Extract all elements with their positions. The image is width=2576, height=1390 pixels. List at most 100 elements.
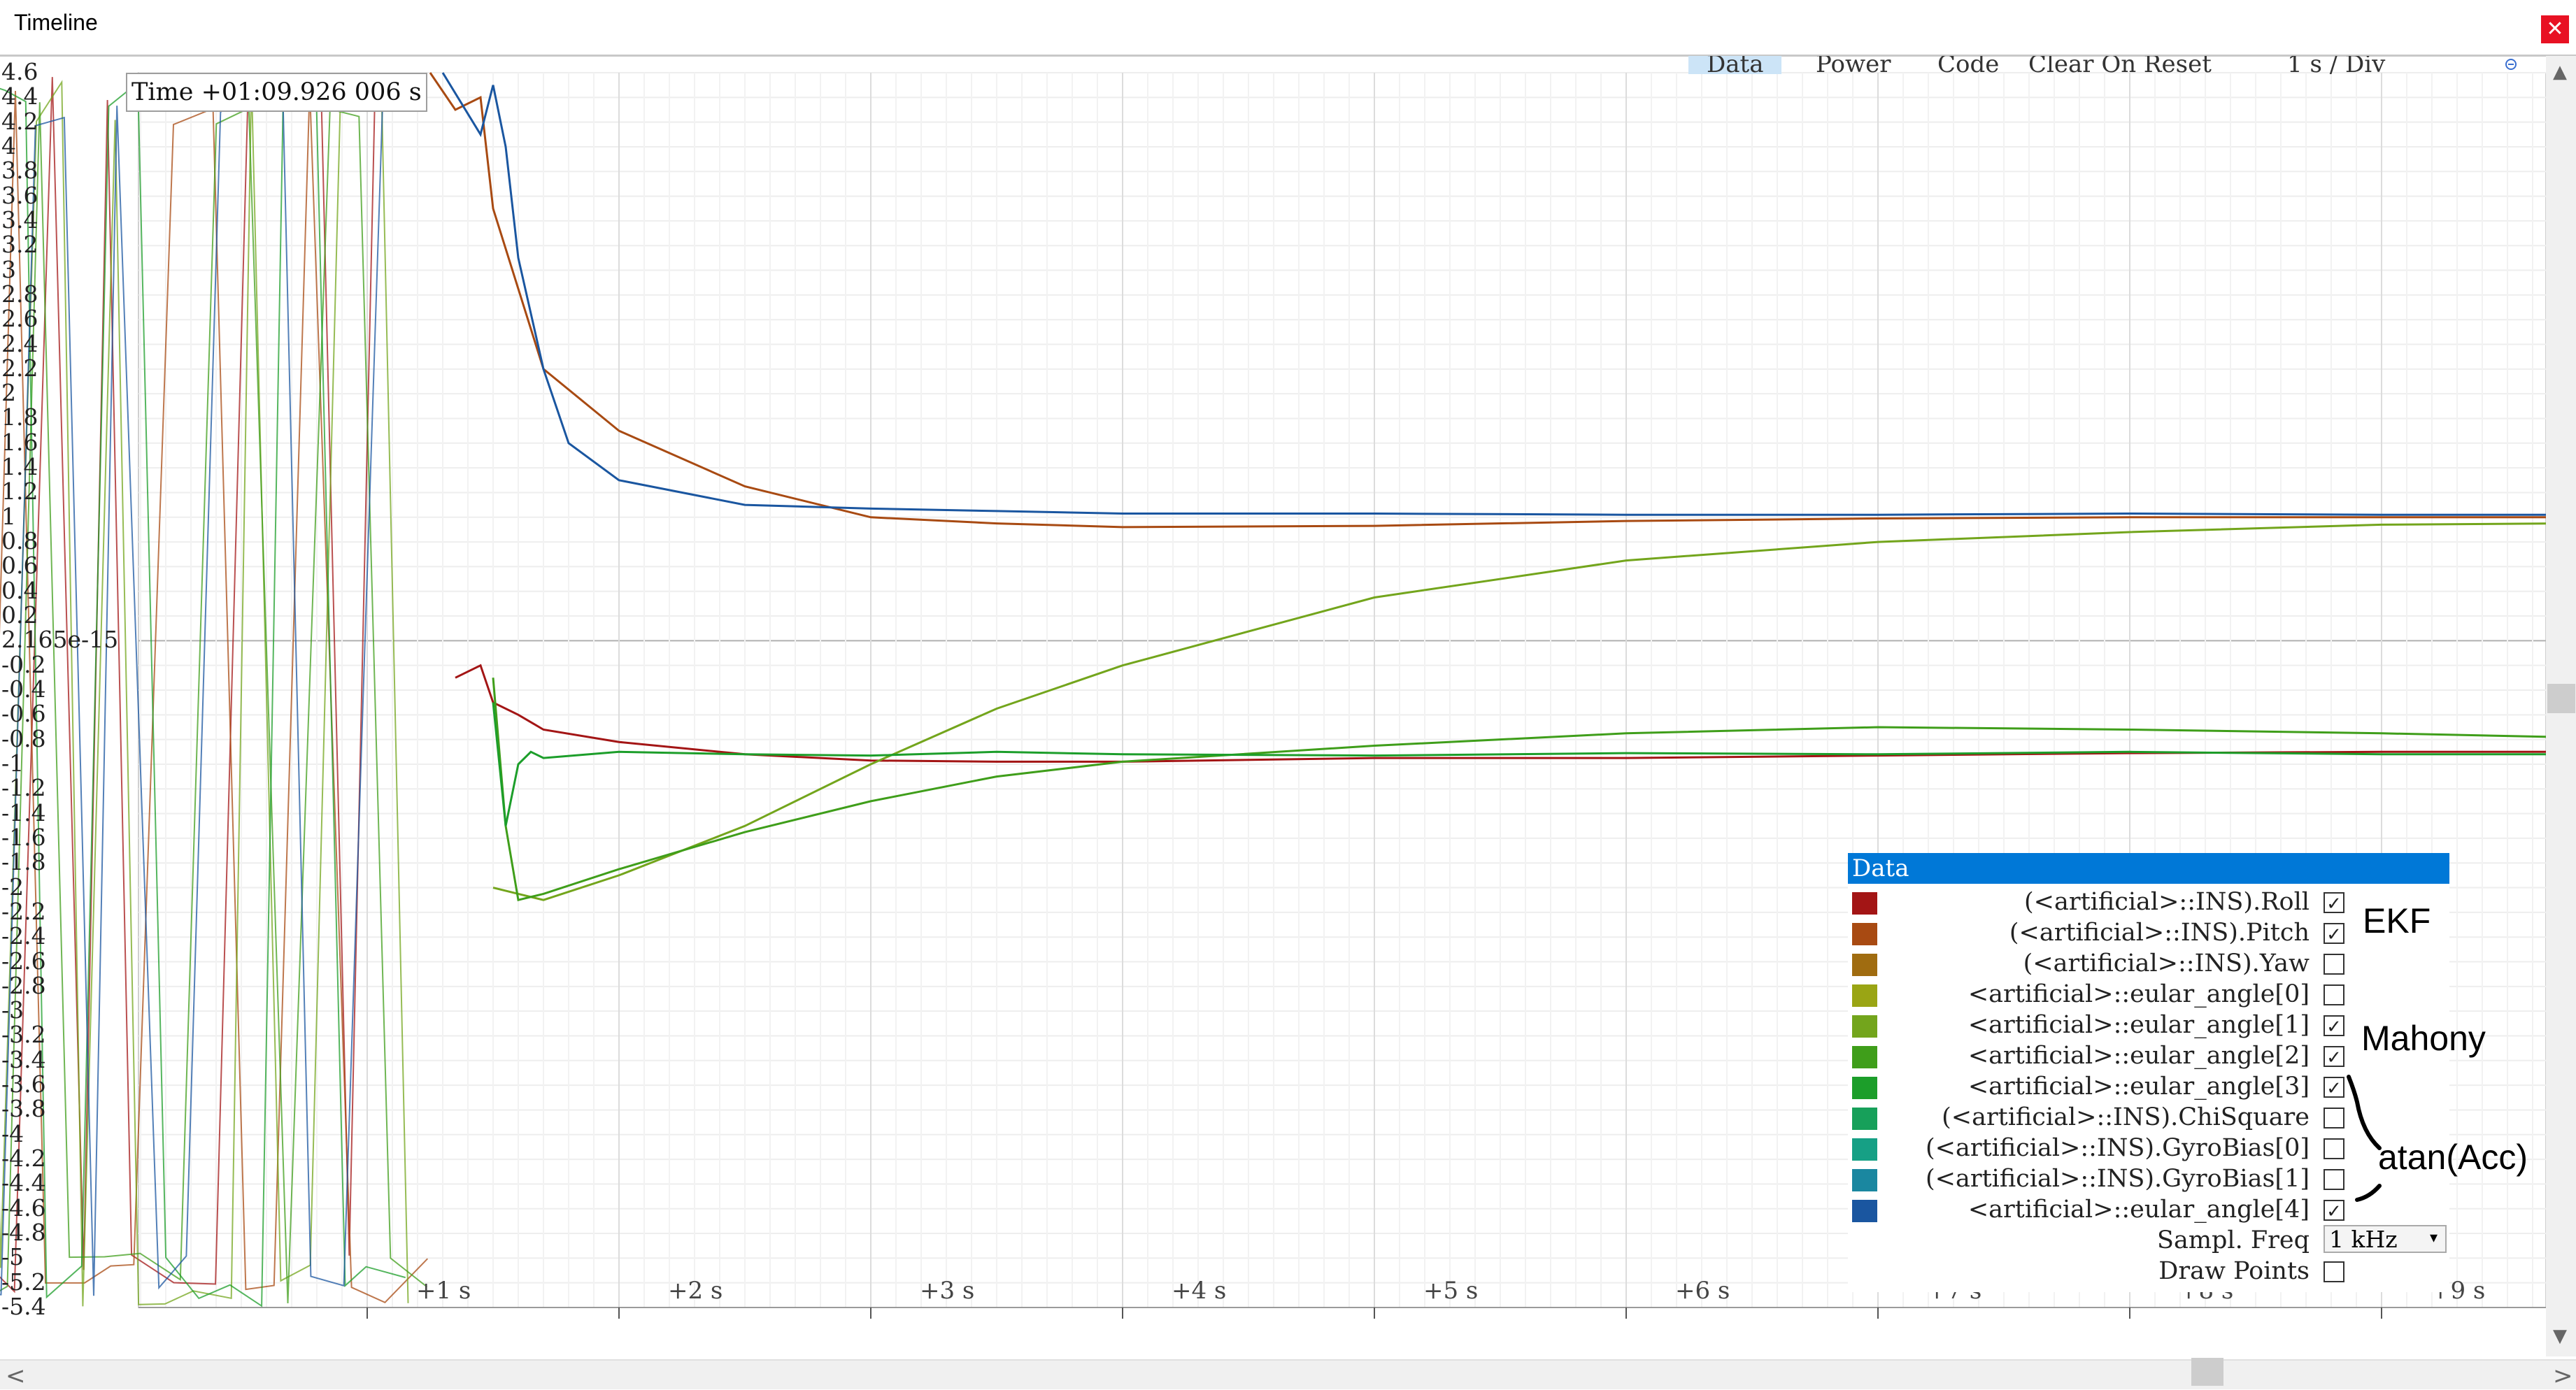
y-tick-label: 1.8 xyxy=(1,403,38,431)
chevron-down-icon: ▾ xyxy=(2430,1229,2438,1247)
legend-item: (<artificial>::INS).Roll ✓ xyxy=(1848,884,2449,916)
y-tick-label: 3.6 xyxy=(1,181,38,209)
y-tick-label: -3.8 xyxy=(1,1095,46,1123)
legend-color-swatch xyxy=(1852,1077,1877,1099)
legend-item-checkbox[interactable]: ✓ xyxy=(2324,1015,2344,1038)
y-tick-label: -2 xyxy=(1,873,24,901)
y-tick-label: -5.4 xyxy=(1,1293,46,1320)
legend-item-checkbox[interactable] xyxy=(2324,954,2344,975)
draw-points-row: Draw Points xyxy=(1848,1253,2449,1285)
scroll-right-icon[interactable]: > xyxy=(2553,1362,2573,1390)
y-tick-label: 3.4 xyxy=(1,206,38,234)
y-tick-label: 4.2 xyxy=(1,107,38,135)
x-tick-label: +2 s xyxy=(668,1277,723,1305)
vertical-scroll-thumb[interactable] xyxy=(2547,684,2575,713)
y-tick-label: 0.2 xyxy=(1,601,38,629)
y-tick-label: -0.6 xyxy=(1,700,46,728)
annotation-ekf: EKF xyxy=(2363,901,2431,940)
legend-item-checkbox[interactable] xyxy=(2324,984,2344,1005)
legend-item-label: <artificial>::eular_angle[2] xyxy=(1967,1042,2310,1070)
legend-item: (<artificial>::INS).Pitch ✓ xyxy=(1848,915,2449,947)
legend-color-swatch xyxy=(1852,1138,1877,1161)
y-tick-label: 2.4 xyxy=(1,329,38,357)
horizontal-scroll-thumb[interactable] xyxy=(2191,1358,2223,1386)
horizontal-scrollbar[interactable]: < > xyxy=(0,1359,2576,1390)
y-tick-label: -0.8 xyxy=(1,724,46,752)
y-tick-label: 2.2 xyxy=(1,354,38,382)
x-tick-label: +5 s xyxy=(1423,1277,1479,1305)
time-cursor-readout: Time +01:09.926 006 s xyxy=(126,73,427,112)
tab-power[interactable]: Power xyxy=(1816,56,1891,74)
y-tick-label: 0.8 xyxy=(1,527,38,555)
legend-color-swatch xyxy=(1852,984,1877,1007)
legend-header: Data xyxy=(1848,853,2449,884)
y-tick-label: 4 xyxy=(1,131,16,159)
x-tick-label: +4 s xyxy=(1172,1277,1227,1305)
tab-data[interactable]: Data xyxy=(1688,56,1782,74)
x-tick-label: +1 s xyxy=(416,1277,471,1305)
legend-item-checkbox[interactable]: ✓ xyxy=(2324,923,2344,945)
legend-item-label: (<artificial>::INS).GyroBias[1] xyxy=(1925,1165,2310,1193)
scroll-left-icon[interactable]: < xyxy=(6,1362,26,1390)
toolbar: Data Power Code Clear On Reset ▾ 1 s / D… xyxy=(1686,56,2546,74)
scroll-down-icon[interactable]: ▼ xyxy=(2553,1326,2567,1347)
y-tick-label: 4.6 xyxy=(1,58,38,85)
legend-item: (<artificial>::INS).Yaw xyxy=(1848,945,2449,977)
y-tick-label: -1.2 xyxy=(1,774,46,802)
draw-points-checkbox[interactable] xyxy=(2324,1261,2344,1282)
scroll-up-icon[interactable]: ▲ xyxy=(2553,62,2567,83)
legend-item-label: <artificial>::eular_angle[1] xyxy=(1967,1011,2310,1039)
sample-freq-value: 1 kHz xyxy=(2329,1226,2398,1253)
legend-item-label: <artificial>::eular_angle[4] xyxy=(1967,1196,2310,1224)
legend-item-label: (<artificial>::INS).ChiSquare xyxy=(1942,1103,2310,1131)
y-tick-label: 2.6 xyxy=(1,305,38,333)
legend-item: <artificial>::eular_angle[0] xyxy=(1848,976,2449,1008)
y-tick-label: -4.8 xyxy=(1,1219,46,1247)
sample-freq-label: Sampl. Freq xyxy=(2156,1226,2310,1254)
y-tick-label: 3.2 xyxy=(1,231,38,259)
y-tick-label: 1.4 xyxy=(1,453,38,481)
y-tick-label: -4.6 xyxy=(1,1194,46,1221)
sample-freq-select[interactable]: 1 kHz ▾ xyxy=(2324,1225,2447,1253)
legend-color-swatch xyxy=(1852,954,1877,976)
y-tick-label: -3.2 xyxy=(1,1021,46,1049)
y-tick-label: 1 xyxy=(1,502,16,530)
y-tick-label: 1.6 xyxy=(1,428,38,456)
y-axis-labels: 4.6 4.4 4.2 4 3.8 3.6 3.4 3.2 3 2.8 2.6 2.4 2.2 2 1.8 1… xyxy=(0,0,140,1328)
y-tick-label: -2.6 xyxy=(1,947,46,975)
y-tick-label: 4.4 xyxy=(1,83,38,110)
legend-color-swatch xyxy=(1852,1046,1877,1068)
y-tick-label: 3 xyxy=(1,255,16,283)
legend-color-swatch xyxy=(1852,892,1877,915)
legend-item-label: (<artificial>::INS).Yaw xyxy=(2023,950,2310,977)
zoom-out-icon[interactable] xyxy=(2504,57,2518,71)
legend-item-label: <artificial>::eular_angle[3] xyxy=(1967,1073,2310,1101)
y-tick-label: -4 xyxy=(1,1119,24,1147)
y-tick-label: 2.8 xyxy=(1,280,38,308)
timebase-select[interactable]: 1 s / Div ▾ xyxy=(2287,56,2385,74)
legend-color-swatch xyxy=(1852,1015,1877,1038)
legend-item: <artificial>::eular_angle[1] ✓ xyxy=(1848,1007,2449,1039)
y-tick-label: 1.2 xyxy=(1,478,38,506)
legend-item-label: <artificial>::eular_angle[0] xyxy=(1967,980,2310,1008)
y-tick-label: 2.165e-15 xyxy=(1,626,119,654)
annotation-mahony: Mahony xyxy=(2361,1019,2486,1058)
annotation-arrows xyxy=(2347,1075,2382,1202)
y-tick-label: -3.6 xyxy=(1,1070,46,1098)
legend-color-swatch xyxy=(1852,1200,1877,1222)
reset-mode-value: Clear On Reset xyxy=(2028,56,2212,74)
y-tick-label: -4.2 xyxy=(1,1145,46,1173)
y-tick-label: -2.4 xyxy=(1,922,46,950)
legend-item-checkbox[interactable]: ✓ xyxy=(2324,892,2344,915)
legend-color-swatch xyxy=(1852,923,1877,945)
y-tick-label: -0.4 xyxy=(1,675,46,703)
legend-item-label: (<artificial>::INS).Pitch xyxy=(2009,919,2310,947)
y-tick-label: -1.6 xyxy=(1,823,46,851)
tab-code[interactable]: Code xyxy=(1937,56,1999,74)
y-tick-label: -2.8 xyxy=(1,971,46,999)
draw-points-label: Draw Points xyxy=(2158,1257,2310,1285)
x-tick-label: +6 s xyxy=(1675,1277,1730,1305)
legend-color-swatch xyxy=(1852,1108,1877,1130)
y-tick-label: -5.2 xyxy=(1,1268,46,1296)
legend-item-label: (<artificial>::INS).GyroBias[0] xyxy=(1925,1134,2310,1162)
